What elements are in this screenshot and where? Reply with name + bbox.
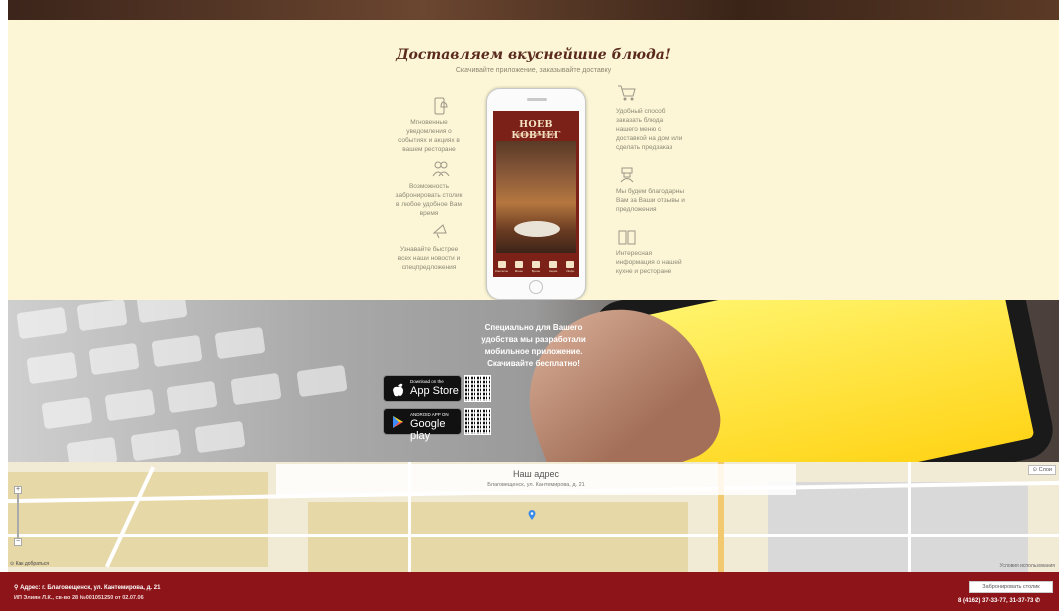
app-promo-section: Доставляем вкуснейшие блюда! Скачивайте …	[8, 20, 1059, 300]
phone-bell-icon	[434, 97, 448, 115]
nav-promos-icon	[549, 260, 558, 268]
phone-icon: ✆	[1033, 598, 1041, 604]
book-icon	[618, 230, 636, 245]
feature-info: Интересная информация о нашей кухне и ре…	[616, 250, 682, 275]
app-store-qr-code	[464, 375, 491, 402]
feature-feedback: Мы будем благодарны Вам за Ваши отзывы и…	[616, 188, 685, 213]
feature-news: Узнавайте быстрее всех наши новости и сп…	[397, 246, 461, 271]
people-icon	[432, 161, 450, 177]
zoom-out-button[interactable]: −	[14, 538, 22, 546]
app-store-button[interactable]: Download on the App Store	[383, 375, 462, 402]
nav-info-icon	[566, 260, 575, 268]
keyboard-key-decor	[104, 388, 156, 422]
app-store-small-label: Download on the	[410, 379, 444, 384]
keyboard-key-decor	[41, 396, 93, 430]
app-phone-mockup: НОЕВ КОВЧЕГ армянская кухня Контакты Мен…	[486, 88, 586, 300]
footer-legal-info: ИП Элиян Л.К., св-во 28 №001051250 от 02…	[14, 595, 144, 601]
feature-booking: Возможность забронировать столик в любое…	[395, 183, 463, 217]
promo-title: Доставляем вкуснейшие блюда!	[396, 47, 671, 63]
google-play-icon	[393, 416, 403, 428]
apps-line-2: Скачивайте бесплатно!	[487, 359, 580, 368]
google-play-button[interactable]: ANDROID APP ON Google play	[383, 408, 462, 442]
shopping-cart-icon	[618, 85, 636, 101]
map-address-panel: Наш адрес Благовещенск, ул. Кантемирова,…	[276, 464, 796, 495]
chef-icon	[620, 167, 634, 183]
footer-address: ⚲ Адрес: г. Благовещенск, ул. Кантемиров…	[14, 584, 160, 591]
left-page-edge	[0, 0, 8, 611]
map-zoom-control[interactable]: + −	[14, 486, 22, 548]
restaurant-photo	[496, 141, 576, 253]
feature-ordering: Удобный способ заказать блюда нашего мен…	[616, 108, 683, 151]
keyboard-key-decor	[230, 372, 282, 406]
app-subtitle: армянская кухня	[516, 132, 556, 138]
feature-notifications: Мгновенные уведомления о событиях и акци…	[398, 119, 460, 153]
table-image	[514, 221, 560, 237]
keyboard-key-decor	[194, 420, 246, 454]
apps-line-1: Специально для Вашего удобства мы разраб…	[481, 323, 586, 356]
google-play-small-label: ANDROID APP ON	[410, 412, 449, 417]
nav-menu-icon	[514, 260, 523, 268]
page: Доставляем вкуснейшие блюда! Скачивайте …	[0, 0, 1059, 611]
apps-description: Специально для Вашего удобства мы разраб…	[8, 322, 1059, 370]
app-nav-item: Акции	[547, 260, 560, 273]
map-title: Наш адрес	[513, 469, 559, 479]
google-play-qr-code	[464, 408, 491, 435]
zoom-in-button[interactable]: +	[14, 486, 22, 494]
map-route-label: Как добраться	[15, 561, 49, 567]
map-road	[8, 534, 1059, 537]
app-nav-bar: Контакты Меню Бронь Акции Инфо	[493, 256, 579, 277]
footer-address-text: Адрес: г. Благовещенск, ул. Кантемирова,…	[20, 585, 161, 591]
keyboard-key-decor	[136, 300, 188, 324]
nav-booking-icon	[531, 260, 540, 268]
app-download-section: Специально для Вашего удобства мы разраб…	[8, 300, 1059, 462]
keyboard-key-decor	[166, 380, 218, 414]
phone-home-button	[529, 280, 543, 294]
footer: ⚲ Адрес: г. Благовещенск, ул. Кантемиров…	[0, 572, 1059, 611]
map-city-blocks	[308, 502, 688, 572]
map-route-link[interactable]: ⊙ Как добраться	[10, 561, 49, 567]
map-address: Благовещенск, ул. Кантемирова, д. 21	[487, 482, 585, 488]
app-nav-item: Меню	[512, 260, 525, 273]
reserve-table-button[interactable]: Забронировать столик	[969, 581, 1053, 593]
zoom-slider[interactable]	[17, 494, 19, 538]
app-screenshot: НОЕВ КОВЧЕГ армянская кухня Контакты Мен…	[493, 111, 579, 277]
nav-contacts-icon	[497, 260, 506, 268]
promo-subtitle: Скачивайте приложение, заказывайте доста…	[455, 67, 612, 74]
app-nav-item: Контакты	[495, 260, 508, 273]
megaphone-icon	[432, 224, 447, 239]
map-road	[908, 462, 911, 572]
map-layers-button[interactable]: ⊙ Слои	[1028, 465, 1056, 475]
keyboard-key-decor	[130, 428, 182, 462]
map-industrial-blocks	[768, 482, 1028, 572]
location-map[interactable]: Наш адрес Благовещенск, ул. Кантемирова,…	[8, 462, 1059, 572]
footer-phones-text: 8 (4162) 37-33-77, 31-37-73	[958, 598, 1034, 604]
map-city-blocks	[8, 472, 268, 567]
app-store-label: App Store	[410, 385, 459, 397]
map-terms-link[interactable]: Условия использования	[1000, 563, 1056, 569]
google-play-label: Google play	[410, 418, 446, 442]
map-layers-label: Слои	[1038, 467, 1052, 473]
app-nav-item: Инфо	[564, 260, 577, 273]
footer-phones: 8 (4162) 37-33-77, 31-37-73 ✆	[958, 597, 1040, 604]
keyboard-key-decor	[66, 436, 118, 462]
apple-icon	[393, 383, 403, 397]
phone-speaker	[527, 98, 547, 101]
app-nav-item: Бронь	[529, 260, 542, 273]
map-marker-icon[interactable]	[528, 510, 536, 520]
